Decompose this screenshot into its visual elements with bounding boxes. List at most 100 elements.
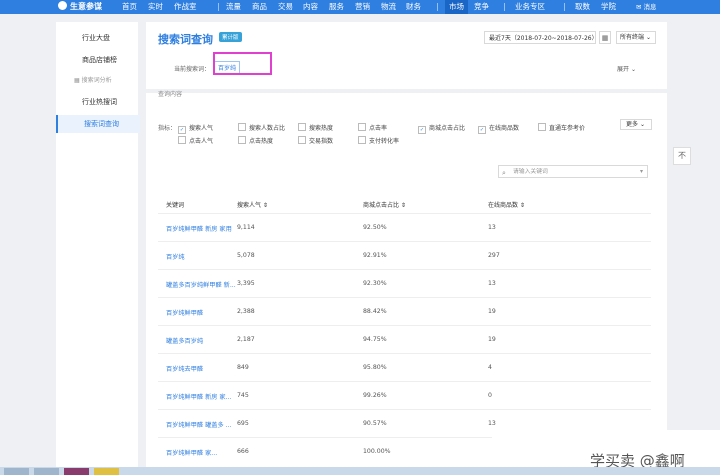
nav-realtime[interactable]: 实时 — [148, 0, 163, 14]
mall-click-ratio-value: 100.00% — [363, 448, 391, 455]
brand-name: 生意参谋 — [70, 2, 102, 11]
search-popularity-value: 3,395 — [237, 280, 255, 287]
sidebar-group-label: 搜索词分析 — [81, 77, 112, 84]
checkbox-label: 搜索人气 — [189, 125, 214, 132]
checkbox-click-heat[interactable]: 点击热度 — [238, 136, 273, 145]
checkbox-icon — [538, 123, 546, 131]
checkbox-icon — [178, 136, 186, 144]
checkbox-online-products[interactable]: ✓ 在线商品数 — [478, 123, 519, 134]
section-title: 查询内容 — [158, 91, 183, 98]
sidebar-item-search-word-query[interactable]: 搜索词查询 — [56, 115, 140, 133]
nav-business-zone[interactable]: 业务专区 — [515, 0, 545, 14]
checkbox-label: 搜索热度 — [309, 125, 334, 132]
checkbox-label: 直通车参考价 — [549, 125, 586, 132]
checkbox-search-popularity[interactable]: ✓ 搜索人气 — [178, 123, 213, 134]
column-header-online-products[interactable]: 在线商品数 ⇕ — [488, 200, 525, 209]
keyword-link[interactable]: 罐盖多百岁纯 — [166, 336, 203, 345]
checkbox-click-popularity[interactable]: 点击人气 — [178, 136, 213, 145]
nav-logistics[interactable]: 物流 — [381, 0, 396, 14]
nav-marketing[interactable]: 营销 — [355, 0, 370, 14]
online-products-value: 13 — [488, 420, 496, 427]
brand-icon — [58, 1, 67, 10]
checkbox-label: 在线商品数 — [489, 125, 520, 132]
brand-logo[interactable]: 生意参谋 — [58, 0, 102, 14]
online-products-value: 19 — [488, 336, 496, 343]
keyword-link[interactable]: 百岁纯鲜甲醛 家... — [166, 448, 217, 457]
keyword-link[interactable]: 罐盖多百岁纯鲜甲醛 新... — [166, 280, 236, 289]
table-row: 罐盖多百岁纯鲜甲醛 新... 3,395 92.30% 13 — [158, 269, 651, 298]
checkbox-ctr[interactable]: 点击率 — [358, 123, 387, 132]
sidebar-item-hot-search-words[interactable]: 行业热搜词 — [56, 94, 138, 110]
taskbar-item[interactable] — [34, 468, 59, 475]
checkbox-trade-index[interactable]: 交易指数 — [298, 136, 333, 145]
keyword-link[interactable]: 百岁纯 — [166, 252, 185, 261]
taskbar-item[interactable] — [4, 468, 29, 475]
checkbox-checked-icon: ✓ — [478, 126, 486, 134]
expand-label: 展开 — [617, 66, 630, 73]
terminal-value: 所有终端 — [620, 34, 645, 41]
sidebar: 行业大盘 商品店铺榜 ▦ 搜索词分析 行业热搜词 搜索词查询 — [56, 22, 140, 467]
calendar-icon[interactable]: ▦ — [599, 31, 611, 44]
checkbox-icon — [298, 136, 306, 144]
nav-trade[interactable]: 交易 — [278, 0, 293, 14]
online-products-value: 13 — [488, 280, 496, 287]
taskbar-item[interactable] — [94, 468, 119, 475]
nav-divider — [437, 3, 438, 11]
nav-competition[interactable]: 竞争 — [474, 0, 489, 14]
keyword-search-input[interactable]: ⌕ 请输入关键词 ▾ — [498, 165, 648, 178]
checkbox-ztc-price[interactable]: 直通车参考价 — [538, 123, 585, 132]
nav-academy[interactable]: 学院 — [601, 0, 616, 14]
table-row: 百岁纯 5,078 92.91% 297 — [158, 241, 651, 270]
table-row: 百岁纯去甲醛 849 95.80% 4 — [158, 353, 651, 382]
chevron-down-icon: ⌄ — [639, 121, 645, 128]
sidebar-item-industry-overview[interactable]: 行业大盘 — [56, 30, 138, 46]
os-taskbar — [0, 467, 720, 475]
nav-content[interactable]: 内容 — [303, 0, 318, 14]
nav-market[interactable]: 市场 — [445, 0, 468, 14]
nav-divider — [218, 3, 219, 11]
mall-click-ratio-value: 94.75% — [363, 336, 387, 343]
page-title: 搜索词查询 — [158, 33, 213, 46]
mall-click-ratio-value: 95.80% — [363, 364, 387, 371]
keyword-link[interactable]: 百岁纯鲜甲醛 — [166, 308, 203, 317]
date-range-selector[interactable]: 最近7天（2018-07-20~2018-07-26） — [484, 31, 598, 44]
more-indicators-button[interactable]: 更多 ⌄ — [620, 119, 652, 130]
top-navigation-bar: 生意参谋 首页 实时 作战室 流量 商品 交易 内容 服务 营销 物流 财务 市… — [0, 0, 720, 14]
column-header-mall-click-ratio[interactable]: 商城点击占比 ⇕ — [363, 200, 406, 209]
keyword-link[interactable]: 百岁纯去甲醛 — [166, 364, 203, 373]
expand-toggle[interactable]: 展开 ⌄ — [617, 64, 636, 73]
checkbox-pay-conversion[interactable]: 支付转化率 — [358, 136, 399, 145]
checkbox-search-ratio[interactable]: 搜索人数占比 — [238, 123, 285, 132]
nav-home[interactable]: 首页 — [122, 0, 137, 14]
checkbox-label: 点击率 — [369, 125, 388, 132]
search-popularity-value: 695 — [237, 420, 249, 427]
search-popularity-value: 9,114 — [237, 224, 255, 231]
checkbox-checked-icon: ✓ — [418, 126, 426, 134]
column-header-keyword: 关键词 — [166, 202, 185, 209]
table-row: 百岁纯鲜甲醛 新房 家... 745 99.26% 0 — [158, 381, 651, 410]
online-products-value: 0 — [488, 392, 492, 399]
search-popularity-value: 745 — [237, 392, 249, 399]
sidebar-item-product-shop-rank[interactable]: 商品店铺榜 — [56, 52, 138, 68]
nav-data-fetch[interactable]: 取数 — [575, 0, 590, 14]
keyword-link[interactable]: 百岁纯鲜甲醛 罐盖多 ... — [166, 420, 232, 429]
checkbox-label: 商城点击占比 — [429, 125, 466, 132]
terminal-select[interactable]: 所有终端 ⌄ — [616, 31, 656, 44]
keyword-link[interactable]: 百岁纯鲜甲醛 新房 家用 — [166, 224, 232, 233]
checkbox-search-heat[interactable]: 搜索热度 — [298, 123, 333, 132]
nav-service[interactable]: 服务 — [329, 0, 344, 14]
nav-finance[interactable]: 财务 — [406, 0, 421, 14]
taskbar-item[interactable] — [64, 468, 89, 475]
checkbox-mall-click-ratio[interactable]: ✓ 商城点击占比 — [418, 123, 465, 134]
highlight-box — [213, 52, 272, 75]
checkbox-label: 交易指数 — [309, 138, 334, 145]
keyword-link[interactable]: 百岁纯鲜甲醛 新房 家... — [166, 392, 232, 401]
nav-war-room[interactable]: 作战室 — [174, 0, 197, 14]
message-button[interactable]: ✉ 消息 — [636, 2, 657, 12]
nav-products[interactable]: 商品 — [252, 0, 267, 14]
search-popularity-value: 2,388 — [237, 308, 255, 315]
nav-traffic[interactable]: 流量 — [226, 0, 241, 14]
mail-icon: ✉ — [636, 3, 642, 11]
column-header-search-popularity[interactable]: 搜索人气 ⇕ — [237, 200, 268, 209]
floating-action-button[interactable]: 不 — [673, 147, 691, 165]
